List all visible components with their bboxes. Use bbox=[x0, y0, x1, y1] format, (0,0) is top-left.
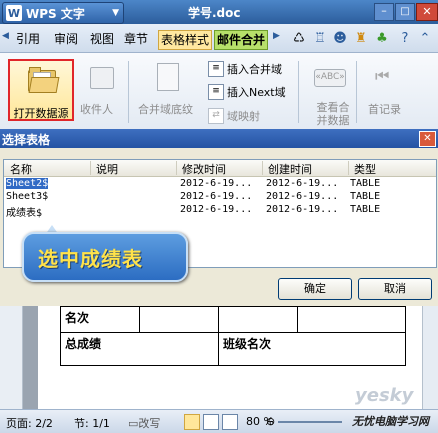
outline-view-icon[interactable] bbox=[203, 414, 219, 430]
row-modified: 2012-6-19... bbox=[180, 191, 253, 202]
row-type: TABLE bbox=[350, 178, 381, 189]
web-view-icon[interactable] bbox=[222, 414, 238, 430]
row-created: 2012-6-19... bbox=[266, 204, 339, 215]
tab-scroll-left-icon[interactable]: ◀ bbox=[2, 31, 12, 47]
first-record-button[interactable]: 首记录 bbox=[368, 101, 401, 117]
insert-next-icon: ≡ bbox=[208, 84, 224, 100]
separator bbox=[128, 61, 129, 123]
vertical-scrollbar[interactable] bbox=[422, 306, 438, 409]
table-cell[interactable]: 班级名次 bbox=[218, 332, 406, 366]
row-type: TABLE bbox=[350, 204, 381, 215]
tab-table-style[interactable]: 表格样式 bbox=[158, 30, 213, 50]
shirt-icon[interactable]: ♖ bbox=[311, 30, 329, 48]
table-row[interactable]: Sheet2$ 2012-6-19... 2012-6-19... TABLE bbox=[4, 178, 436, 190]
help-icon[interactable]: ? bbox=[396, 30, 414, 48]
row-created: 2012-6-19... bbox=[266, 178, 339, 189]
chevron-up-icon[interactable]: ⌃ bbox=[416, 30, 434, 48]
callout-text: 选中成绩表 bbox=[38, 247, 143, 271]
overwrite-toggle[interactable]: ▭改写 bbox=[128, 415, 160, 431]
merge-field-shading-button[interactable]: 合并域底纹 bbox=[138, 101, 193, 117]
table-cell[interactable] bbox=[297, 305, 406, 334]
site-watermark: 无忧电脑学习网 bbox=[352, 415, 429, 428]
row-type: TABLE bbox=[350, 191, 381, 202]
insert-field-icon: ≡ bbox=[208, 61, 224, 77]
open-data-source-label: 打开数据源 bbox=[13, 107, 69, 120]
table-cell[interactable]: 名次 bbox=[60, 305, 140, 334]
ok-button[interactable]: 确定 bbox=[278, 278, 352, 300]
view-merged-data-button[interactable]: 查看合并数据 bbox=[314, 101, 352, 127]
row-name: Sheet3$ bbox=[6, 191, 49, 202]
app-name: WPS 文字 bbox=[26, 6, 85, 21]
list-header: 名称 说明 修改时间 创建时间 类型 bbox=[4, 160, 436, 177]
score-table[interactable]: 名次 总成绩 班级名次 bbox=[60, 305, 406, 366]
table-row[interactable]: Sheet3$ 2012-6-19... 2012-6-19... TABLE bbox=[4, 191, 436, 203]
tab-view[interactable]: 视图 bbox=[88, 30, 116, 48]
wps-menu-button[interactable]: W WPS 文字 ▼ bbox=[2, 2, 124, 24]
row-name: Sheet2$ bbox=[6, 178, 49, 189]
abc-preview-icon: «ABC» bbox=[314, 69, 346, 87]
column-header-type[interactable]: 类型 bbox=[354, 161, 432, 176]
page-view-icon[interactable] bbox=[184, 414, 200, 430]
separator bbox=[298, 61, 299, 123]
dialog-title: 选择表格 bbox=[2, 133, 51, 147]
skin-icon[interactable]: ♺ bbox=[290, 30, 308, 48]
field-mapping-icon: ⇄ bbox=[208, 108, 224, 124]
title-bar: W WPS 文字 ▼ 学号.doc – □ ✕ bbox=[0, 0, 438, 24]
minimize-button[interactable]: – bbox=[374, 3, 394, 21]
vertical-ruler bbox=[0, 306, 23, 409]
status-bar: 页面: 2/2 节: 1/1 ▭改写 80 % ⊖ 无忧电脑学习网 bbox=[0, 409, 438, 433]
ribbon-tab-bar: ◀ 引用 审阅 视图 章节 表格样式 邮件合并 ▶ ♺ ♖ ☻ ♜ ♣ ? ⌃ bbox=[0, 24, 438, 53]
users-icon[interactable]: ☻ bbox=[331, 30, 349, 48]
tab-scroll-right-icon[interactable]: ▶ bbox=[273, 31, 280, 41]
overwrite-icon: ▭ bbox=[128, 417, 139, 430]
row-modified: 2012-6-19... bbox=[180, 204, 253, 215]
page-indicator: 页面: 2/2 bbox=[6, 417, 53, 430]
section-indicator: 节: 1/1 bbox=[74, 417, 110, 430]
table-cell[interactable] bbox=[218, 305, 298, 334]
recipients-icon bbox=[90, 67, 114, 89]
field-mapping-button[interactable]: ⇄ 域映射 bbox=[208, 108, 260, 124]
select-table-dialog: 选择表格 ✕ 名称 说明 修改时间 创建时间 类型 Sheet2$ 2012-6… bbox=[0, 129, 438, 306]
cancel-button[interactable]: 取消 bbox=[358, 278, 432, 300]
wps-logo-icon: W bbox=[6, 5, 22, 21]
table-cell[interactable] bbox=[139, 305, 219, 334]
column-header-modified[interactable]: 修改时间 bbox=[182, 161, 263, 176]
tab-references[interactable]: 引用 bbox=[14, 30, 42, 48]
chevron-down-icon: ▼ bbox=[112, 8, 119, 18]
column-header-name[interactable]: 名称 bbox=[10, 161, 91, 176]
insert-merge-field-button[interactable]: ≡ 插入合并域 bbox=[208, 61, 282, 77]
yesky-watermark: yesky bbox=[355, 385, 414, 406]
separator bbox=[356, 61, 357, 123]
row-created: 2012-6-19... bbox=[266, 191, 339, 202]
tab-mail-merge[interactable]: 邮件合并 bbox=[214, 30, 269, 50]
open-data-source-button[interactable]: 打开数据源 bbox=[8, 59, 74, 121]
close-window-button[interactable]: ✕ bbox=[416, 3, 438, 21]
dialog-title-bar: 选择表格 ✕ bbox=[0, 129, 438, 148]
maximize-button[interactable]: □ bbox=[395, 3, 415, 21]
open-folder-icon bbox=[28, 67, 60, 93]
recipients-button[interactable]: 收件人 bbox=[80, 101, 113, 117]
row-modified: 2012-6-19... bbox=[180, 178, 253, 189]
insert-next-field-button[interactable]: ≡ 插入Next域 bbox=[208, 84, 286, 100]
cart-icon[interactable]: ♜ bbox=[352, 30, 370, 48]
tab-section[interactable]: 章节 bbox=[122, 30, 150, 48]
zoom-slider[interactable] bbox=[278, 421, 342, 423]
dialog-close-button[interactable]: ✕ bbox=[419, 131, 436, 147]
annotation-callout: 选中成绩表 bbox=[22, 232, 188, 282]
table-row[interactable]: 成绩表$ 2012-6-19... 2012-6-19... TABLE bbox=[4, 204, 436, 219]
document-title: 学号.doc bbox=[188, 6, 241, 20]
ribbon-panel: 打开数据源 收件人 合并域底纹 ≡ 插入合并域 ≡ 插入Next域 ⇄ 域映射 … bbox=[0, 53, 438, 131]
row-name: 成绩表$ bbox=[6, 208, 43, 219]
first-record-icon: ⏮ bbox=[375, 66, 390, 85]
document-icon bbox=[157, 63, 179, 91]
plant-icon[interactable]: ♣ bbox=[373, 30, 391, 48]
zoom-out-icon[interactable]: ⊖ bbox=[266, 415, 275, 428]
column-header-created[interactable]: 创建时间 bbox=[268, 161, 349, 176]
table-cell[interactable]: 总成绩 bbox=[60, 332, 219, 366]
column-header-description[interactable]: 说明 bbox=[96, 161, 177, 176]
tab-review[interactable]: 审阅 bbox=[52, 30, 80, 48]
